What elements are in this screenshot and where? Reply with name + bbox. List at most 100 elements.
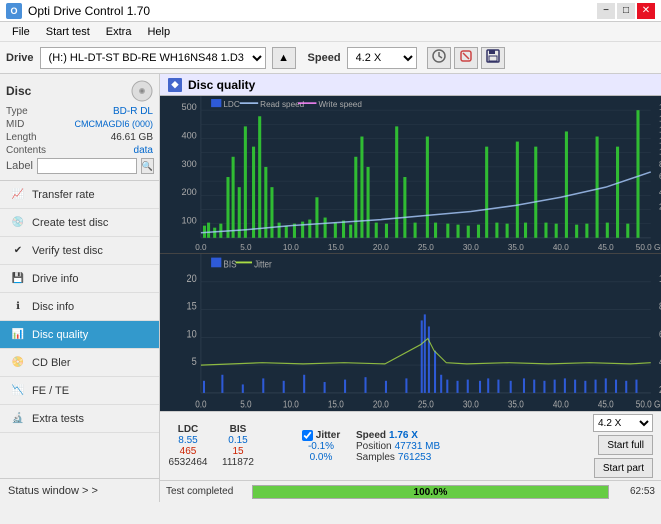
svg-text:5.0: 5.0 [240,399,251,410]
svg-text:200: 200 [181,187,196,197]
speed-icon-1[interactable] [427,47,451,69]
svg-text:15: 15 [187,301,198,313]
drive-bar: Drive (H:) HL-DT-ST BD-RE WH16NS48 1.D3 … [0,42,661,74]
svg-text:30.0: 30.0 [463,399,479,410]
main-layout: Disc Type BD-R DL MID CMCMAGDI6 (000) Le… [0,74,661,502]
svg-text:20.0: 20.0 [373,243,389,252]
drive-label: Drive [6,52,34,64]
svg-text:50.0 GB: 50.0 GB [636,399,661,410]
svg-text:15.0: 15.0 [328,399,344,410]
svg-text:0.0: 0.0 [195,243,207,252]
total-ldc: 6532464 [169,457,208,468]
svg-text:30.0: 30.0 [463,243,479,252]
cd-bler-icon: 📀 [10,355,26,371]
speed-select[interactable]: 4.2 X [347,47,417,69]
svg-text:5: 5 [192,356,197,368]
mid-label: MID [6,119,24,130]
sidebar-item-label-extra-tests: Extra tests [32,413,84,425]
speed-stat-value: 1.76 X [389,430,418,441]
label-button[interactable]: 🔍 [141,158,154,174]
svg-text:40.0: 40.0 [553,243,569,252]
total-bis: 111872 [222,457,254,468]
sidebar-item-verify-test-disc[interactable]: ✔ Verify test disc [0,237,159,265]
eject-button[interactable]: ▲ [272,47,296,69]
svg-text:45.0: 45.0 [598,399,614,410]
charts-container: 500 400 300 200 100 18X 16X 14X 12X 10X … [160,96,661,411]
verify-test-disc-icon: ✔ [10,243,26,259]
svg-text:35.0: 35.0 [508,243,524,252]
sidebar-item-fe-te[interactable]: 📉 FE / TE [0,377,159,405]
maximize-button[interactable]: □ [617,3,635,19]
sidebar-menu: 📈 Transfer rate 💿 Create test disc ✔ Ver… [0,181,159,478]
status-window-button[interactable]: Status window > > [0,478,159,502]
sidebar-item-disc-info[interactable]: ℹ Disc info [0,293,159,321]
create-test-disc-icon: 💿 [10,215,26,231]
fe-te-icon: 📉 [10,383,26,399]
label-label: Label [6,160,33,172]
sidebar-item-label-drive-info: Drive info [32,273,78,285]
svg-text:50.0 GB: 50.0 GB [636,243,661,252]
content-area: ◆ Disc quality [160,74,661,502]
svg-text:20.0: 20.0 [373,399,389,410]
speed-label: Speed [308,52,341,64]
speed-icon-2[interactable] [454,47,478,69]
svg-text:5.0: 5.0 [240,243,252,252]
title-bar: O Opti Drive Control 1.70 − □ ✕ [0,0,661,22]
sidebar-item-drive-info[interactable]: 💾 Drive info [0,265,159,293]
close-button[interactable]: ✕ [637,3,655,19]
minimize-button[interactable]: − [597,3,615,19]
speed-stat-select[interactable]: 4.2 X [593,414,653,432]
max-ldc: 465 [180,446,197,457]
start-part-button[interactable]: Start part [594,458,653,478]
label-input[interactable] [37,158,137,174]
progress-status: Test completed [166,486,246,497]
sidebar-item-label-transfer-rate: Transfer rate [32,189,95,201]
jitter-header: Jitter [316,430,340,441]
progress-time: 62:53 [615,486,655,497]
sidebar-item-label-cd-bler: CD Bler [32,357,71,369]
disc-quality-title: Disc quality [188,78,255,92]
svg-text:25.0: 25.0 [418,399,434,410]
status-window-label: Status window > > [8,485,98,497]
avg-jitter: -0.1% [308,441,334,452]
samples-value: 761253 [398,452,431,463]
svg-text:Jitter: Jitter [254,259,272,270]
save-icon-button[interactable] [481,47,505,69]
menu-file[interactable]: File [4,24,38,40]
svg-text:10: 10 [187,329,198,341]
svg-text:400: 400 [181,131,196,141]
menu-bar: File Start test Extra Help [0,22,661,42]
sidebar-item-disc-quality[interactable]: 📊 Disc quality [0,321,159,349]
start-full-button[interactable]: Start full [598,435,653,455]
menu-help[interactable]: Help [139,24,178,40]
menu-start-test[interactable]: Start test [38,24,98,40]
max-jitter: 0.0% [310,452,333,463]
disc-info-icon: ℹ [10,299,26,315]
svg-text:45.0: 45.0 [598,243,614,252]
contents-value: data [134,145,153,156]
svg-text:Write speed: Write speed [318,100,361,109]
svg-text:10.0: 10.0 [283,399,299,410]
progress-track: 100.0% [252,485,609,499]
transfer-rate-icon: 📈 [10,187,26,203]
speed-stat-label: Speed [356,430,386,441]
disc-quality-header: ◆ Disc quality [160,74,661,96]
window-controls: − □ ✕ [597,3,655,19]
disc-panel-title: Disc [6,84,31,98]
sidebar-item-create-test-disc[interactable]: 💿 Create test disc [0,209,159,237]
contents-label: Contents [6,145,46,156]
app-title: Opti Drive Control 1.70 [28,4,150,18]
bottom-chart: 20 15 10 5 10% 8% 6% 4% 2% 0.0 5.0 10.0 … [160,254,661,411]
avg-ldc: 8.55 [178,435,197,446]
sidebar-item-transfer-rate[interactable]: 📈 Transfer rate [0,181,159,209]
sidebar-item-cd-bler[interactable]: 📀 CD Bler [0,349,159,377]
top-chart: 500 400 300 200 100 18X 16X 14X 12X 10X … [160,96,661,254]
sidebar-item-label-create: Create test disc [32,217,108,229]
drive-select[interactable]: (H:) HL-DT-ST BD-RE WH16NS48 1.D3 [40,47,266,69]
jitter-checkbox[interactable] [302,430,313,441]
sidebar-item-label-disc-quality: Disc quality [32,329,88,341]
svg-text:LDC: LDC [223,100,239,109]
svg-text:Read speed: Read speed [260,100,304,109]
sidebar-item-extra-tests[interactable]: 🔬 Extra tests [0,405,159,433]
menu-extra[interactable]: Extra [98,24,140,40]
